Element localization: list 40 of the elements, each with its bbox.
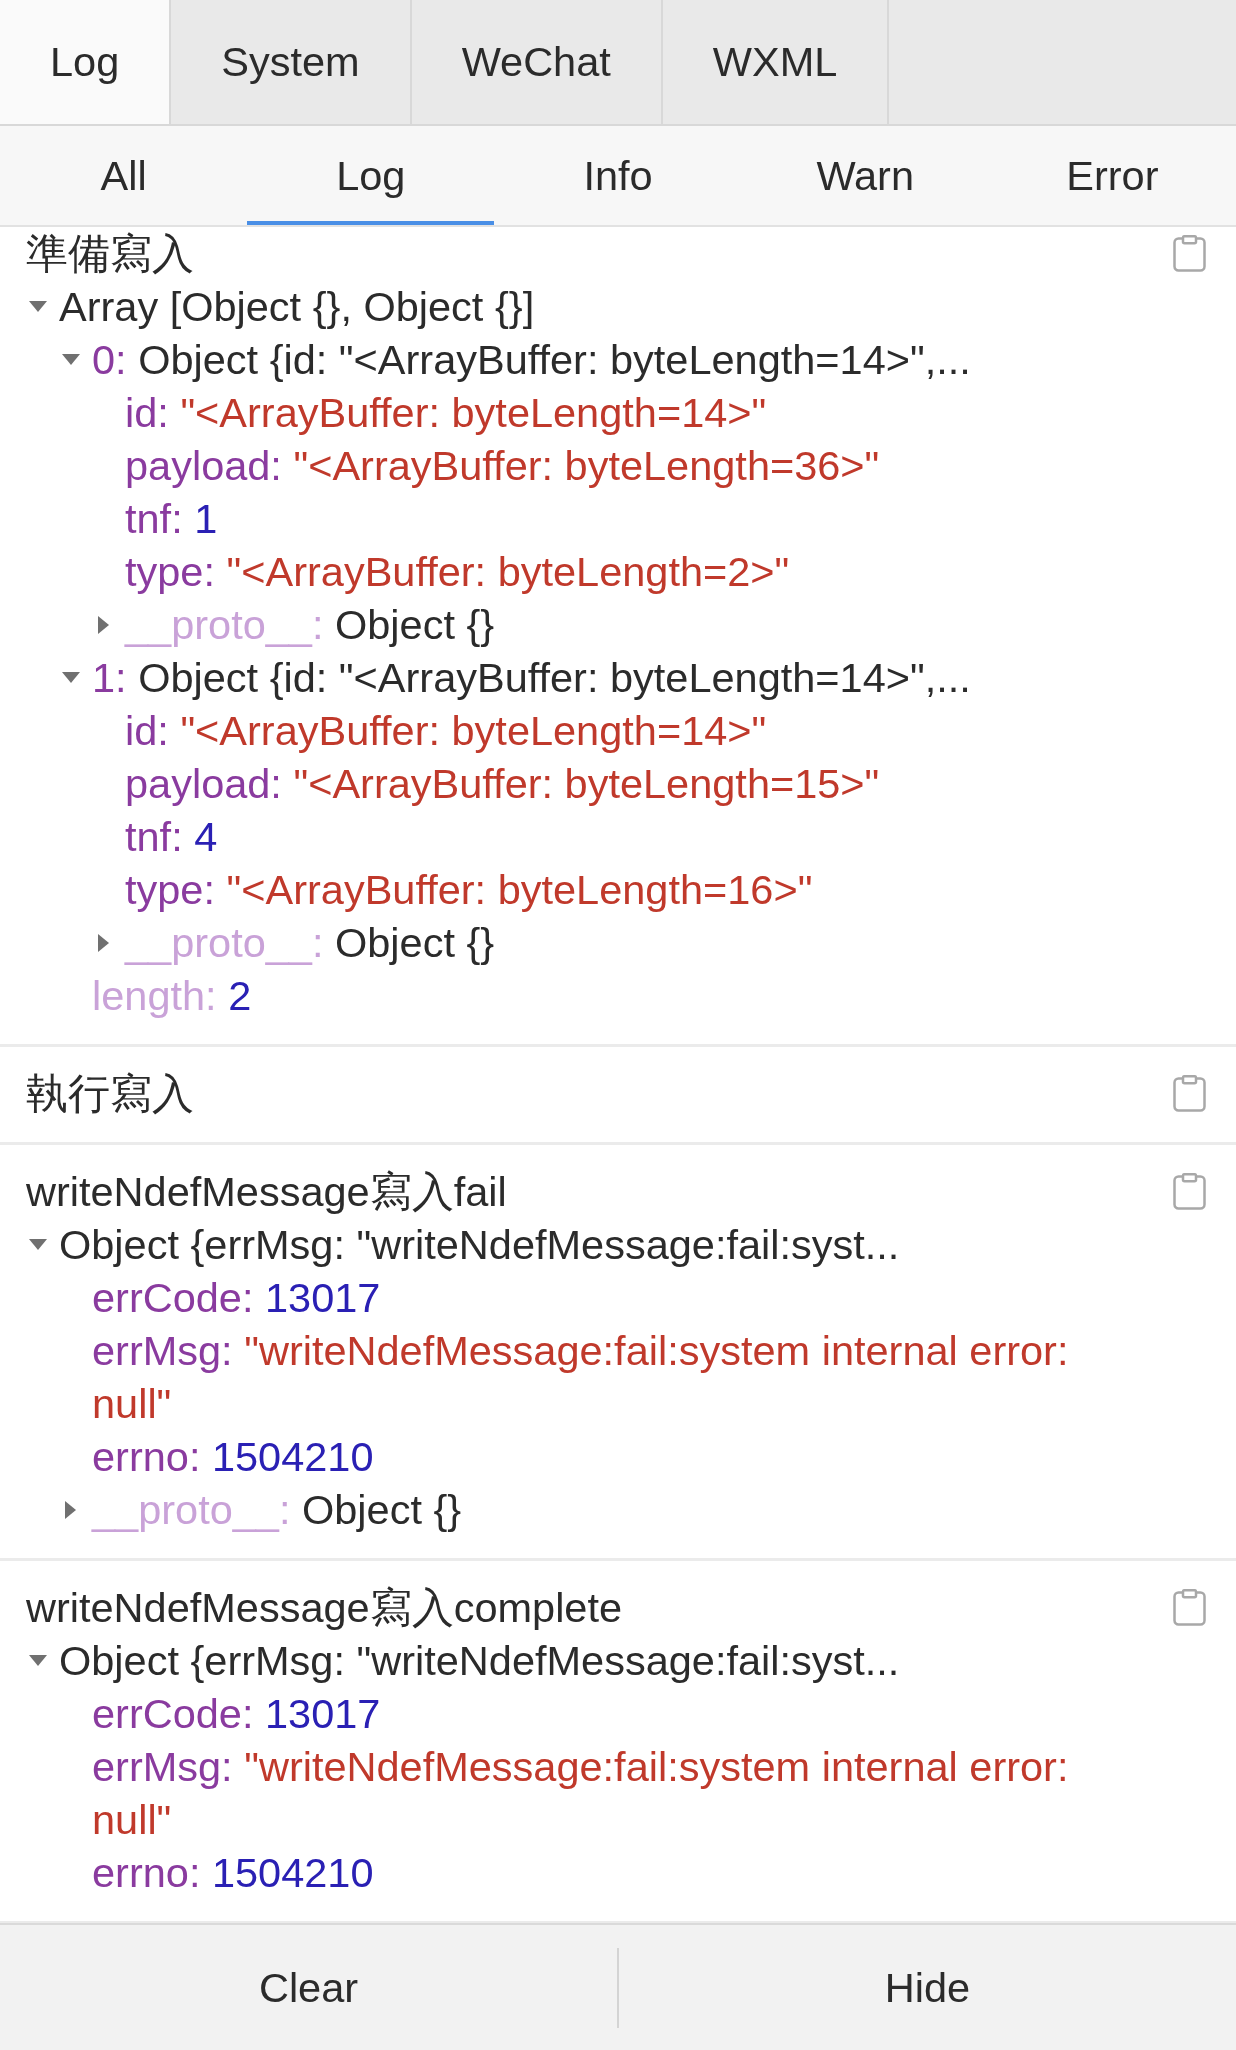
clipboard-icon[interactable]: [1173, 1173, 1206, 1210]
tree-row-text: Array [Object {}, Object {}]: [59, 282, 536, 332]
caret-right-icon[interactable]: [65, 1500, 76, 1519]
clipboard-icon[interactable]: [1173, 235, 1206, 272]
tree-row-text: errCode: 13017: [92, 1273, 382, 1323]
log-message: 執行寫入: [26, 1069, 195, 1119]
caret-down-icon[interactable]: [62, 354, 80, 365]
caret-down-icon[interactable]: [62, 672, 80, 683]
tree-row-text: Object {errMsg: "writeNdefMessage:fail:syst...: [59, 1220, 901, 1270]
tree-row-text: length: 2: [92, 971, 253, 1021]
caret-down-icon[interactable]: [29, 1655, 47, 1666]
tree-row-text: type: "<ArrayBuffer: byteLength=2>": [125, 547, 791, 597]
tree-row-text: tnf: 1: [125, 494, 219, 544]
caret-right-icon[interactable]: [98, 933, 109, 952]
tree-row-text: errMsg: "writeNdefMessage:fail:system internal error: null": [92, 1326, 1070, 1429]
tree-row-text: 0: Object {id: "<ArrayBuffer: byteLength=14>",...: [92, 335, 972, 385]
caret-right-icon[interactable]: [98, 615, 109, 634]
clipboard-icon[interactable]: [1173, 1075, 1206, 1112]
caret-down-icon[interactable]: [29, 301, 47, 312]
tree-row-text: errMsg: "writeNdefMessage:fail:system internal error: null": [92, 1742, 1070, 1845]
tree-row-text: errCode: 13017: [92, 1689, 382, 1739]
caret-down-icon[interactable]: [29, 1239, 47, 1250]
tree-row-text: errno: 1504210: [92, 1432, 375, 1482]
tree-row-text: payload: "<ArrayBuffer: byteLength=36>": [125, 441, 881, 491]
clipboard-icon[interactable]: [1173, 1589, 1206, 1626]
tree-row-text: tnf: 4: [125, 812, 219, 862]
tree-row-text: Object {errMsg: "writeNdefMessage:fail:syst...: [59, 1636, 901, 1686]
tree-row-text: errno: 1504210: [92, 1848, 375, 1898]
tree-row-text: id: "<ArrayBuffer: byteLength=14>": [125, 706, 768, 756]
tree-row-text: __proto__: Object {}: [125, 918, 496, 968]
tree-row-text: id: "<ArrayBuffer: byteLength=14>": [125, 388, 768, 438]
log-message: 準備寫入: [26, 229, 195, 279]
tree-row-text: __proto__: Object {}: [92, 1485, 463, 1535]
tree-row-text: __proto__: Object {}: [125, 600, 496, 650]
tree-row-text: type: "<ArrayBuffer: byteLength=16>": [125, 865, 814, 915]
panel-tab[interactable]: Log: [0, 0, 172, 124]
log-message: writeNdefMessage寫入complete: [26, 1583, 624, 1633]
log-message: writeNdefMessage寫入fail: [26, 1167, 508, 1217]
tree-row-text: payload: "<ArrayBuffer: byteLength=15>": [125, 759, 881, 809]
tree-row-text: 1: Object {id: "<ArrayBuffer: byteLength=14>",...: [92, 653, 972, 703]
